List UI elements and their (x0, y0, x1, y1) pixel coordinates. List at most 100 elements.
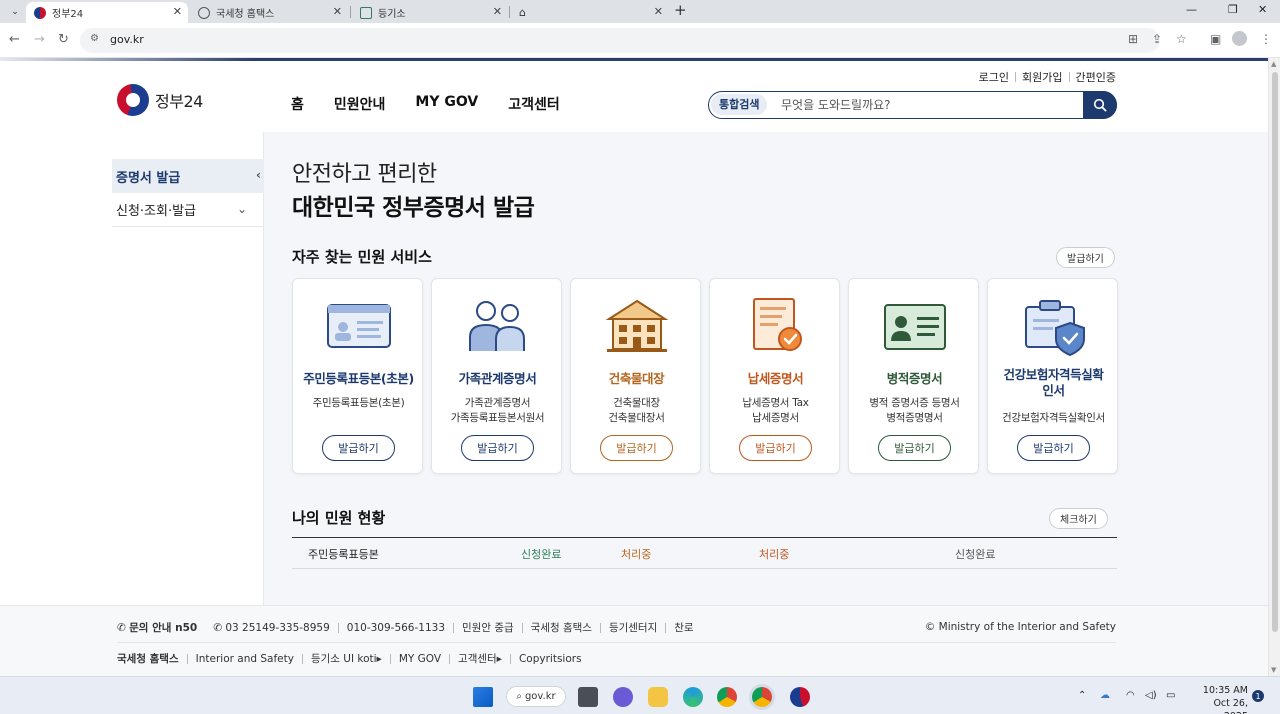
taskbar-search[interactable]: ⌕ gov.kr (506, 686, 566, 707)
forward-arrow-icon[interactable]: → (34, 32, 45, 47)
scroll-down-arrow-icon[interactable]: ▼ (1271, 666, 1276, 674)
sidebar-item-certificate-issue[interactable]: 증명서 발급 ‹ (112, 159, 265, 193)
service-card-building-register[interactable]: 건축물대장 건축물대장 건축물대장서 발급하기 (570, 278, 701, 474)
hero-subtitle: 안전하고 편리한 (292, 162, 437, 187)
issue-button[interactable]: 발급하기 (600, 435, 673, 461)
nav-customer-center[interactable]: 고객센터 (508, 94, 560, 114)
file-explorer-icon[interactable] (648, 687, 668, 707)
site-info-icon[interactable]: ⚙ (90, 33, 99, 44)
close-tab-icon[interactable]: ✕ (493, 5, 502, 18)
volume-icon[interactable]: ◁) (1145, 690, 1157, 701)
status-section-title: 나의 민원 현황 (292, 509, 386, 527)
table-row[interactable]: 주민등록표등본 신청완료 처리중 처리중 신청완료 (292, 537, 1117, 569)
tab-label: 정부24 (52, 9, 84, 20)
close-tab-icon[interactable]: ✕ (654, 5, 663, 18)
sidebar-item-apply-lookup-issue[interactable]: 신청·조회·발급 ⌄ (112, 193, 265, 227)
service-card-tax-payment[interactable]: 납세증명서 납세증명서 Tax 납세증명서 발급하기 (709, 278, 840, 474)
scrollbar-thumb[interactable] (1272, 72, 1278, 632)
footer-link[interactable]: 등기소 UI koti▸ (303, 651, 390, 666)
start-windows-icon[interactable] (473, 687, 493, 707)
main-navigation: 홈 민원안내 MY GOV 고객센터 (291, 94, 560, 114)
footer-link[interactable]: 고객센터▸ (450, 651, 510, 666)
tab-separator (350, 6, 351, 18)
address-bar[interactable]: ⚙ gov.kr (80, 28, 1160, 53)
footer-link[interactable]: 등기센터지 (601, 620, 665, 635)
tray-chevron-up-icon[interactable]: ⌃ (1078, 690, 1086, 701)
tab-registry[interactable]: 등기소 ✕ (352, 2, 508, 23)
restore-icon[interactable]: ❐ (1228, 3, 1238, 16)
footer-phone[interactable]: ✆ 03 25149-335-8959 (205, 622, 338, 634)
search-button[interactable] (1083, 90, 1117, 119)
card-desc: 병적 증명서증 등명서 (869, 397, 960, 409)
tab-label: 국세청 홈택스 (216, 9, 275, 20)
issue-button[interactable]: 발급하기 (322, 435, 395, 461)
nav-civil-guide[interactable]: 민원안내 (334, 94, 386, 114)
profile-avatar[interactable] (1232, 31, 1247, 46)
close-window-icon[interactable]: ✕ (1258, 3, 1267, 16)
issue-button[interactable]: 발급하기 (461, 435, 534, 461)
tab-hometax[interactable]: 국세청 홈택스 ✕ (190, 2, 348, 23)
bookmark-star-icon[interactable]: ☆ (1176, 32, 1187, 46)
footer-phone[interactable]: 010-309-566-1133 (339, 622, 453, 634)
services-more-button[interactable]: 발급하기 (1056, 247, 1115, 268)
tab-label: 등기소 (378, 9, 406, 20)
tab-gov24[interactable]: 정부24 ✕ (26, 2, 188, 23)
service-card-health-insurance[interactable]: 건강보험자격득실확인서 건강보험자격득실확인서 발급하기 (987, 278, 1118, 474)
close-tab-icon[interactable]: ✕ (173, 5, 182, 18)
status-badge: 신청완료 (521, 548, 562, 561)
search-scope-badge[interactable]: 통합검색 (711, 94, 768, 115)
new-tab-plus-icon[interactable]: + (674, 1, 687, 19)
close-tab-icon[interactable]: ✕ (333, 5, 342, 18)
footer-link[interactable]: MY GOV (391, 653, 449, 665)
gov24-logo[interactable]: 정부24 (117, 84, 203, 116)
issue-button[interactable]: 발급하기 (1017, 435, 1090, 461)
signup-link[interactable]: 회원가입 (1016, 69, 1068, 85)
footer-divider (117, 642, 1116, 643)
edge-icon[interactable] (683, 687, 703, 707)
gov24-app-icon[interactable] (790, 687, 810, 707)
service-card-military-record[interactable]: 병적증명서 병적 증명서증 등명서 병적증명명서 발급하기 (848, 278, 979, 474)
search-input[interactable] (781, 95, 1081, 115)
scroll-up-arrow-icon[interactable]: ▲ (1271, 60, 1276, 68)
reload-icon[interactable]: ↻ (58, 32, 69, 47)
footer-link[interactable]: 민원안 중급 (454, 620, 522, 635)
side-panel-icon[interactable]: ▣ (1210, 32, 1221, 46)
service-card-resident-registration[interactable]: 주민등록표등본(초본) 주민등록표등본(초본) 발급하기 (292, 278, 423, 474)
wifi-icon[interactable]: ◠ (1126, 690, 1135, 701)
share-icon[interactable]: ⇪ (1152, 32, 1162, 46)
cloud-icon[interactable]: ☁ (1100, 690, 1110, 701)
status-check-button[interactable]: 체크하기 (1049, 508, 1108, 529)
chrome-icon[interactable] (717, 687, 737, 707)
more-menu-icon[interactable]: ⋮ (1260, 32, 1272, 46)
notification-badge[interactable]: 1 (1252, 690, 1264, 702)
card-desc: 가족관계증명서 (464, 397, 531, 409)
minimize-icon[interactable]: — (1186, 3, 1197, 16)
page-scrollbar[interactable]: ▲ ▼ (1268, 58, 1280, 676)
task-view-icon[interactable] (578, 687, 598, 707)
footer-link[interactable]: 국세청 홈택스 (117, 651, 187, 666)
chrome-active-icon[interactable] (752, 687, 772, 707)
tab-search-chevron-icon[interactable]: ⌄ (6, 3, 24, 20)
simple-auth-link[interactable]: 간편인증 (1070, 69, 1116, 85)
nav-my-gov[interactable]: MY GOV (415, 94, 478, 114)
battery-icon[interactable]: ▭ (1166, 690, 1175, 701)
card-desc: 납세증명서 Tax (742, 397, 809, 409)
login-link[interactable]: 로그인 (973, 69, 1015, 85)
translate-icon[interactable]: ⊞ (1128, 32, 1138, 46)
service-card-family-relation[interactable]: 가족관계증명서 가족관계증명서 가족등록표등본서원서 발급하기 (431, 278, 562, 474)
card-desc: 건강보험자격득실확인서 (1002, 412, 1105, 424)
back-arrow-icon[interactable]: ← (9, 32, 20, 47)
tab-home[interactable]: ⌂ ✕ (511, 2, 669, 23)
footer-link[interactable]: 찬로 (666, 620, 701, 635)
card-desc: 납세증명서 (752, 412, 799, 424)
search-icon (1093, 98, 1107, 112)
nav-home[interactable]: 홈 (291, 94, 304, 114)
footer-link[interactable]: Interior and Safety (188, 653, 302, 665)
chat-icon[interactable] (613, 687, 633, 707)
issue-button[interactable]: 발급하기 (878, 435, 951, 461)
services-section-title: 자주 찾는 민원 서비스 (292, 248, 432, 266)
clock[interactable]: 10:35 AM Oct 26, 2025 (1190, 684, 1248, 714)
issue-button[interactable]: 발급하기 (739, 435, 812, 461)
footer-link[interactable]: 국세청 홈택스 (523, 620, 600, 635)
footer-link[interactable]: Copyritsiors (511, 653, 590, 665)
